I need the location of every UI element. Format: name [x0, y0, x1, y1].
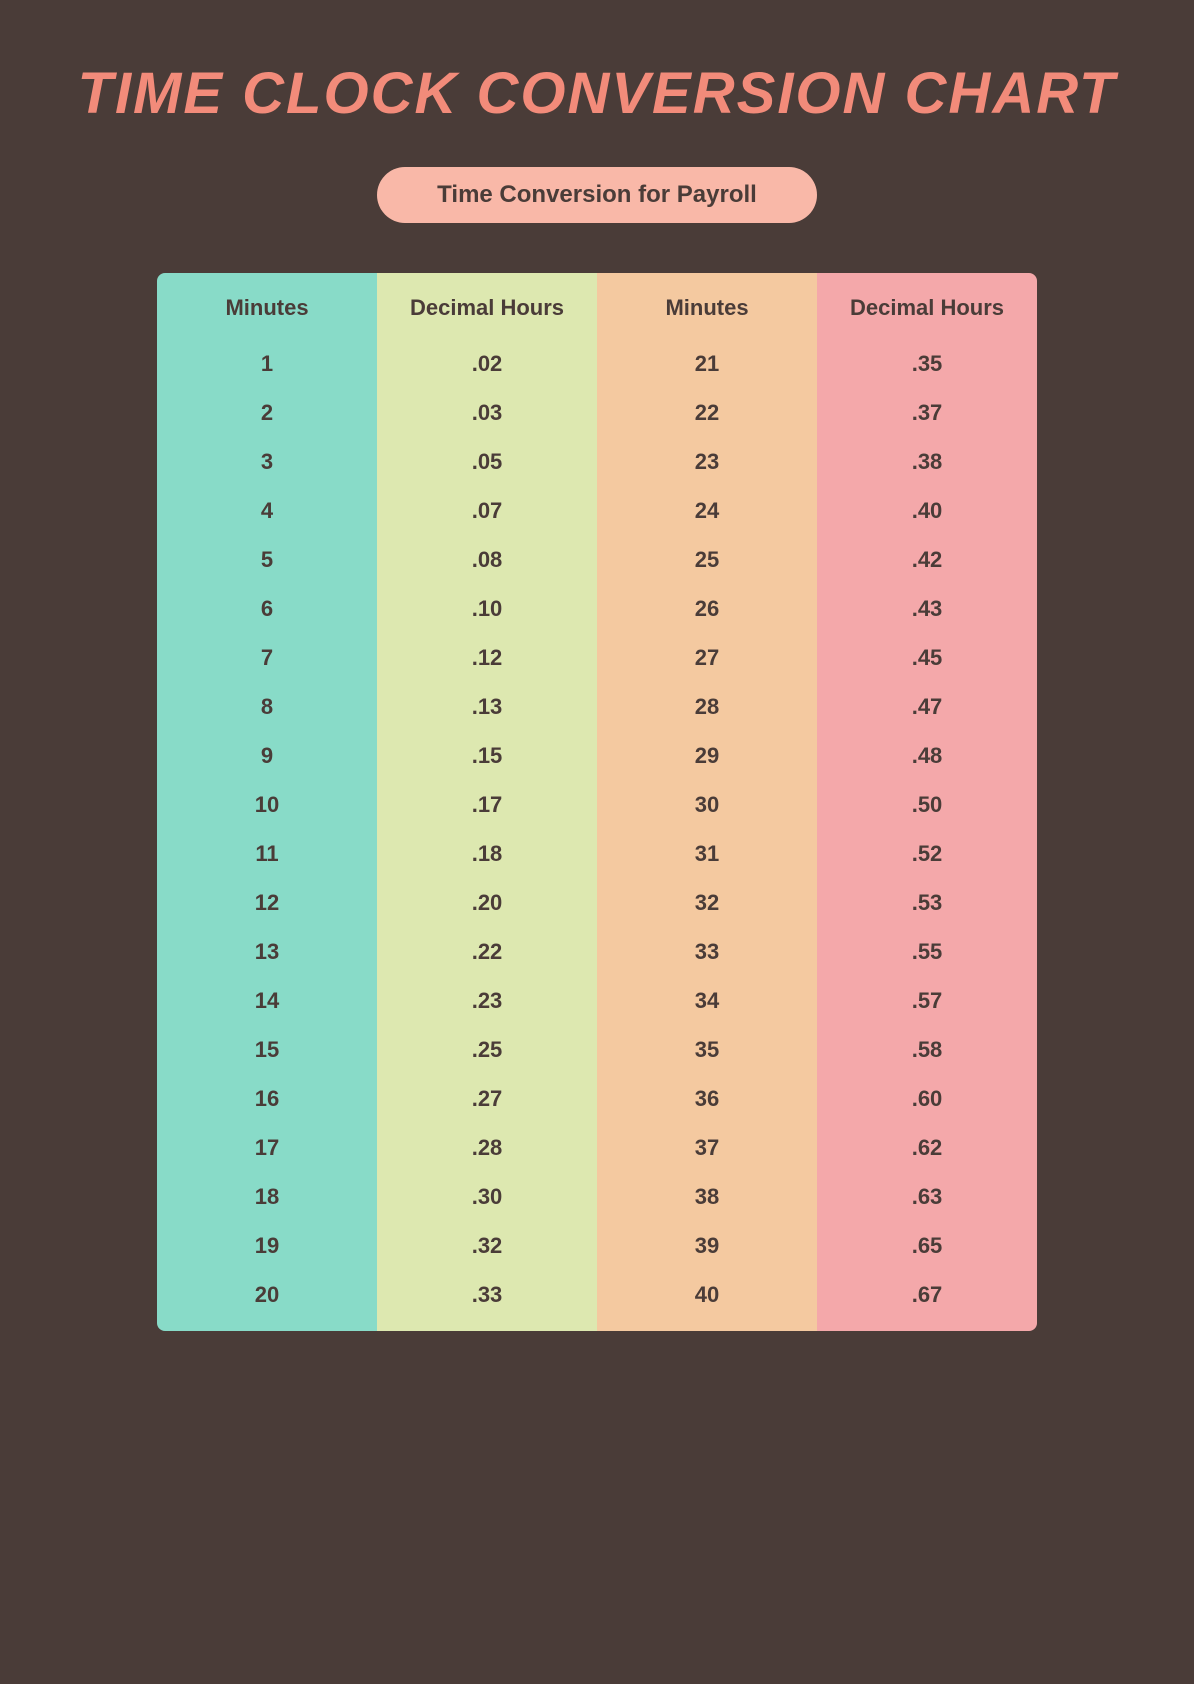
table-row: .38 [817, 437, 1037, 486]
table-row: 24 [597, 486, 817, 535]
table-row: 19 [157, 1221, 377, 1270]
table-row: .08 [377, 535, 597, 584]
table-row: 16 [157, 1074, 377, 1123]
table-row: .37 [817, 388, 1037, 437]
col4-header: Decimal Hours [817, 273, 1037, 339]
table-row: .13 [377, 682, 597, 731]
table-row: .20 [377, 878, 597, 927]
table-row: .02 [377, 339, 597, 388]
table-row: 18 [157, 1172, 377, 1221]
table-row: .63 [817, 1172, 1037, 1221]
table-row: .07 [377, 486, 597, 535]
table-row: .47 [817, 682, 1037, 731]
table-row: .60 [817, 1074, 1037, 1123]
table-row: .42 [817, 535, 1037, 584]
table-row: .17 [377, 780, 597, 829]
table-row: 36 [597, 1074, 817, 1123]
table-row: 10 [157, 780, 377, 829]
table-row: .28 [377, 1123, 597, 1172]
table-row: 35 [597, 1025, 817, 1074]
table-row: 17 [157, 1123, 377, 1172]
table-row: .23 [377, 976, 597, 1025]
column-decimal-2: Decimal Hours .35.37.38.40.42.43.45.47.4… [817, 273, 1037, 1331]
col3-header: Minutes [597, 273, 817, 339]
table-row: .48 [817, 731, 1037, 780]
table-row: 40 [597, 1270, 817, 1331]
table-row: .62 [817, 1123, 1037, 1172]
table-row: .25 [377, 1025, 597, 1074]
table-row: 6 [157, 584, 377, 633]
table-row: 9 [157, 731, 377, 780]
table-row: 1 [157, 339, 377, 388]
table-row: .32 [377, 1221, 597, 1270]
table-row: 33 [597, 927, 817, 976]
column-minutes-1: Minutes 1234567891011121314151617181920 [157, 273, 377, 1331]
page-title: TIME CLOCK CONVERSION CHART [78, 60, 1117, 127]
table-row: .52 [817, 829, 1037, 878]
table-row: .30 [377, 1172, 597, 1221]
table-row: .53 [817, 878, 1037, 927]
table-row: .05 [377, 437, 597, 486]
table-row: .10 [377, 584, 597, 633]
table-row: 25 [597, 535, 817, 584]
table-row: 23 [597, 437, 817, 486]
table-row: 28 [597, 682, 817, 731]
table-row: 27 [597, 633, 817, 682]
table-row: .27 [377, 1074, 597, 1123]
conversion-table: Minutes 1234567891011121314151617181920 … [157, 273, 1037, 1331]
table-row: 26 [597, 584, 817, 633]
subtitle-pill: Time Conversion for Payroll [377, 167, 817, 223]
column-decimal-1: Decimal Hours .02.03.05.07.08.10.12.13.1… [377, 273, 597, 1331]
table-row: 8 [157, 682, 377, 731]
table-row: .45 [817, 633, 1037, 682]
table-row: .67 [817, 1270, 1037, 1331]
table-row: 15 [157, 1025, 377, 1074]
table-row: 37 [597, 1123, 817, 1172]
col2-header: Decimal Hours [377, 273, 597, 339]
table-row: .12 [377, 633, 597, 682]
col1-header: Minutes [157, 273, 377, 339]
table-row: 13 [157, 927, 377, 976]
table-row: 7 [157, 633, 377, 682]
table-row: .50 [817, 780, 1037, 829]
table-row: .40 [817, 486, 1037, 535]
table-row: .22 [377, 927, 597, 976]
table-row: .65 [817, 1221, 1037, 1270]
table-row: .15 [377, 731, 597, 780]
table-row: 29 [597, 731, 817, 780]
table-row: .18 [377, 829, 597, 878]
table-row: 3 [157, 437, 377, 486]
table-row: .57 [817, 976, 1037, 1025]
table-row: 32 [597, 878, 817, 927]
table-row: .55 [817, 927, 1037, 976]
table-row: 30 [597, 780, 817, 829]
table-row: 14 [157, 976, 377, 1025]
table-row: 38 [597, 1172, 817, 1221]
table-row: 22 [597, 388, 817, 437]
table-row: 4 [157, 486, 377, 535]
table-row: 12 [157, 878, 377, 927]
table-row: 34 [597, 976, 817, 1025]
table-row: .58 [817, 1025, 1037, 1074]
table-row: 31 [597, 829, 817, 878]
table-row: .03 [377, 388, 597, 437]
table-row: 11 [157, 829, 377, 878]
table-row: 20 [157, 1270, 377, 1331]
column-minutes-2: Minutes 21222324252627282930313233343536… [597, 273, 817, 1331]
table-row: .33 [377, 1270, 597, 1331]
table-row: 39 [597, 1221, 817, 1270]
table-row: .43 [817, 584, 1037, 633]
table-row: 21 [597, 339, 817, 388]
table-row: 2 [157, 388, 377, 437]
table-row: 5 [157, 535, 377, 584]
table-row: .35 [817, 339, 1037, 388]
